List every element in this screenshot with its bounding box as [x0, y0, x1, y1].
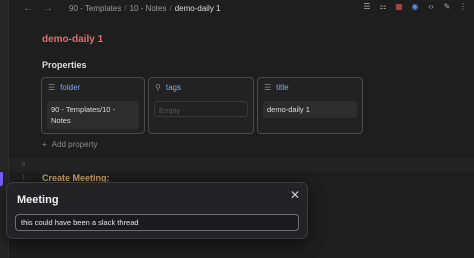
- modal-title: Meeting: [17, 194, 59, 206]
- properties-heading[interactable]: Properties: [42, 60, 87, 70]
- line-number: 1: [22, 175, 26, 181]
- more-icon[interactable]: ⋮: [458, 2, 468, 12]
- property-value[interactable]: 90 - Templates/10 - Notes: [47, 101, 139, 129]
- list-icon: ☰: [48, 83, 56, 92]
- plus-icon: +: [42, 140, 47, 149]
- breadcrumb-folder[interactable]: 90 - Templates: [69, 4, 121, 13]
- property-title: ☰ title demo-daily 1: [257, 77, 363, 134]
- add-property-button[interactable]: + Add property: [42, 140, 97, 149]
- property-key[interactable]: ☰ folder: [48, 83, 80, 92]
- layers-icon[interactable]: ☰: [362, 2, 372, 12]
- property-key[interactable]: ☰ title: [264, 83, 289, 92]
- property-key-label: folder: [60, 83, 81, 92]
- property-value[interactable]: demo-daily 1: [263, 101, 357, 118]
- add-property-label: Add property: [51, 140, 98, 149]
- active-indicator: [0, 172, 3, 186]
- meeting-input[interactable]: [15, 214, 299, 231]
- arrow-right-icon[interactable]: →: [43, 3, 53, 14]
- note-title[interactable]: demo-daily 1: [42, 34, 103, 45]
- property-folder: ☰ folder 90 - Templates/10 - Notes: [41, 77, 145, 134]
- line-number: 8: [22, 162, 26, 168]
- list-icon: ☰: [264, 83, 272, 92]
- arrow-left-icon[interactable]: ←: [23, 3, 33, 14]
- property-key-label: tags: [165, 83, 181, 92]
- view-toolbar: ☰ ⚏ ▦ ◉ ‹› ✎ ⋮: [362, 2, 468, 12]
- close-icon[interactable]: ✕: [290, 188, 300, 202]
- breadcrumb-separator: /: [169, 3, 172, 13]
- active-line: [9, 158, 474, 172]
- git-icon[interactable]: ◉: [410, 2, 420, 12]
- code-icon[interactable]: ‹›: [426, 2, 436, 12]
- breadcrumb: 90 - Templates / 10 - Notes / demo-daily…: [69, 4, 221, 13]
- edit-icon[interactable]: ✎: [442, 2, 452, 12]
- property-tags: ⚲ tags Empty: [148, 77, 254, 134]
- property-key[interactable]: ⚲ tags: [155, 83, 181, 92]
- breadcrumb-subfolder[interactable]: 10 - Notes: [130, 4, 167, 13]
- tag-icon: ⚲: [155, 83, 161, 92]
- breadcrumb-separator: /: [124, 3, 127, 13]
- bookmark-icon[interactable]: ⚏: [378, 2, 388, 12]
- meeting-modal: Meeting ✕: [6, 182, 308, 239]
- nav-buttons: ← →: [23, 3, 53, 14]
- property-value-empty[interactable]: Empty: [154, 101, 248, 117]
- pdf-icon[interactable]: ▦: [394, 2, 404, 12]
- top-bar: ← → 90 - Templates / 10 - Notes / demo-d…: [9, 0, 474, 16]
- property-key-label: title: [276, 83, 289, 92]
- breadcrumb-current[interactable]: demo-daily 1: [175, 4, 221, 13]
